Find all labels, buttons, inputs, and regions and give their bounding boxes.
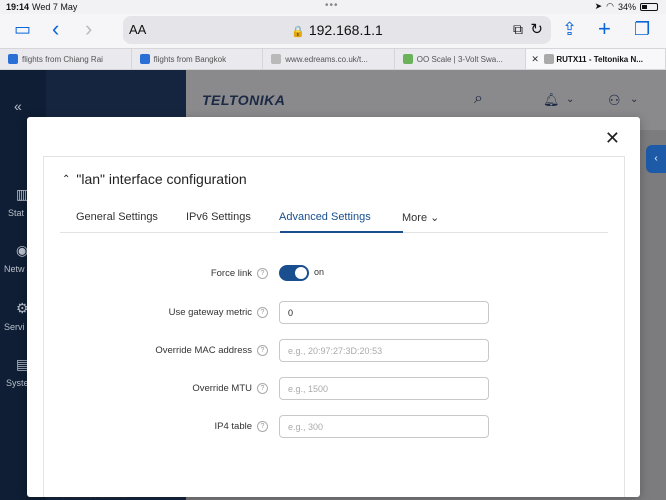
sidebar-toggle-icon[interactable]: ▭	[14, 18, 31, 40]
config-panel: ⌃ "lan" interface configuration General S…	[43, 156, 625, 497]
tab-overview-icon[interactable]: ❐	[634, 18, 650, 40]
help-icon[interactable]: ?	[257, 383, 268, 394]
sidebar-item-network[interactable]: Netw	[4, 264, 25, 274]
user-settings-icon[interactable]: ⚇	[608, 92, 621, 109]
favicon-icon	[139, 54, 150, 64]
browser-tab[interactable]: OO Scale | 3-Volt Swa...	[395, 49, 527, 69]
tab-label: flights from Chiang Rai	[22, 55, 103, 64]
help-icon[interactable]: ?	[257, 268, 268, 279]
tab-label: www.edreams.co.uk/t...	[285, 55, 368, 64]
force-link-state: on	[314, 267, 325, 277]
search-icon[interactable]: ⌕	[474, 90, 483, 108]
chevron-down-icon[interactable]: ⌄	[630, 94, 638, 105]
tab-general-settings[interactable]: General Settings	[76, 211, 158, 223]
browser-tab[interactable]: flights from Bangkok	[132, 49, 264, 69]
help-icon[interactable]: ?	[257, 421, 268, 432]
favicon-icon	[271, 54, 282, 64]
side-panel-toggle[interactable]: ‹	[646, 145, 666, 173]
browser-tab[interactable]: www.edreams.co.uk/t...	[263, 49, 395, 69]
tab-more[interactable]: More ⌄	[402, 211, 439, 224]
chevron-down-icon: ⌄	[430, 212, 440, 224]
sidebar-item-system[interactable]: Syste	[6, 378, 29, 388]
ip4-table-input[interactable]: e.g., 300	[279, 415, 489, 438]
status-time: 19:14	[6, 2, 30, 12]
chevron-down-icon[interactable]: ⌄	[566, 94, 574, 105]
ip4-table-label: IP4 table	[214, 421, 253, 432]
gateway-metric-row: Use gateway metric ? 0	[44, 301, 624, 325]
browser-toolbar: ▭ ‹ › AA 🔒 192.168.1.1 ⧉ ↻ ⇪ + ❐	[0, 14, 666, 48]
status-right: ➤ ◠ 34%	[595, 1, 658, 12]
lock-icon: 🔒	[291, 26, 305, 38]
interface-config-modal: ✕ ⌃ "lan" interface configuration General…	[27, 117, 640, 497]
multitasking-dots-icon[interactable]: •••	[325, 0, 339, 11]
reload-icon[interactable]: ↻	[530, 20, 543, 38]
share-icon[interactable]: ⇪	[562, 18, 577, 40]
mac-address-row: Override MAC address ? e.g., 20:97:27:3D…	[44, 339, 624, 363]
close-icon[interactable]: ✕	[605, 129, 620, 147]
mtu-input[interactable]: e.g., 1500	[279, 377, 489, 400]
ip4-table-row: IP4 table ? e.g., 300	[44, 415, 624, 439]
close-tab-icon[interactable]: ✕	[531, 54, 539, 65]
teltonika-logo: TELTONIKA	[202, 92, 286, 108]
mtu-row: Override MTU ? e.g., 1500	[44, 377, 624, 401]
tab-label: flights from Bangkok	[153, 55, 227, 64]
tab-label: RUTX11 - Teltonika N...	[556, 55, 643, 64]
gateway-metric-label: Use gateway metric	[168, 307, 252, 318]
mac-address-input[interactable]: e.g., 20:97:27:3D:20:53	[279, 339, 489, 362]
sidebar-item-status[interactable]: Stat	[8, 208, 24, 218]
url-label: 192.168.1.1	[308, 22, 383, 38]
favicon-icon	[8, 54, 18, 64]
status-date: Wed 7 May	[32, 2, 78, 12]
collapse-sidebar-icon[interactable]: «	[14, 98, 22, 114]
favicon-icon	[544, 54, 555, 64]
help-icon[interactable]: ?	[257, 345, 268, 356]
force-link-row: Force link ? on	[44, 262, 624, 286]
battery-icon	[640, 2, 658, 11]
mtu-label: Override MTU	[192, 383, 252, 394]
mac-address-label: Override MAC address	[155, 345, 252, 356]
force-link-toggle[interactable]	[279, 265, 309, 281]
url-text[interactable]: 🔒 192.168.1.1	[123, 22, 551, 38]
battery-percent: 34%	[617, 1, 636, 12]
panel-title[interactable]: ⌃ "lan" interface configuration	[62, 171, 247, 187]
ios-status-bar: 19:14 Wed 7 May ••• ➤ ◠ 34%	[0, 0, 666, 14]
browser-tab-active[interactable]: ✕ RUTX11 - Teltonika N...	[526, 49, 666, 69]
sidebar-item-services[interactable]: Servi	[4, 322, 25, 332]
tab-more-label: More	[402, 212, 428, 224]
extension-icon[interactable]: ⧉	[513, 21, 523, 38]
browser-tab-bar: flights from Chiang Rai flights from Ban…	[0, 48, 666, 70]
gateway-metric-input[interactable]: 0	[279, 301, 489, 324]
config-tabs: General Settings IPv6 Settings Advanced …	[60, 207, 608, 233]
new-tab-icon[interactable]: +	[598, 18, 611, 40]
favicon-icon	[402, 54, 413, 64]
force-link-label: Force link	[210, 268, 252, 279]
back-icon[interactable]: ‹	[52, 18, 59, 40]
chevron-up-icon[interactable]: ⌃	[62, 174, 70, 185]
help-icon[interactable]: ?	[257, 307, 268, 318]
notifications-icon[interactable]: 🔔︎	[543, 92, 560, 108]
tab-label: OO Scale | 3-Volt Swa...	[416, 55, 503, 64]
address-bar[interactable]: AA 🔒 192.168.1.1 ⧉ ↻	[123, 16, 551, 44]
browser-tab[interactable]: flights from Chiang Rai	[0, 49, 132, 69]
tab-advanced-settings[interactable]: Advanced Settings	[279, 211, 371, 223]
wifi-icon: ◠	[606, 1, 614, 11]
location-icon: ➤	[594, 1, 603, 11]
forward-icon[interactable]: ›	[85, 18, 92, 40]
active-tab-indicator	[280, 231, 403, 233]
panel-title-text: "lan" interface configuration	[76, 171, 247, 187]
tab-ipv6-settings[interactable]: IPv6 Settings	[186, 211, 251, 223]
